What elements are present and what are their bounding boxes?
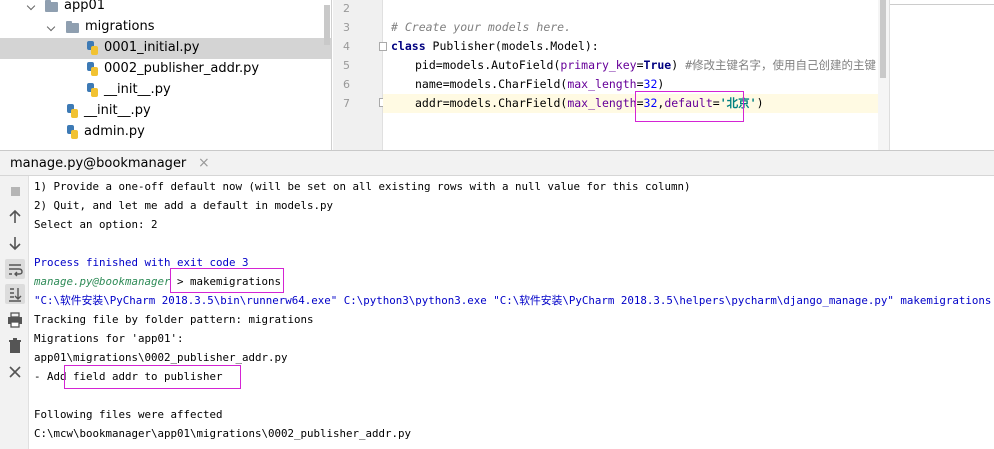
tree-item-app01[interactable]: app01: [0, 0, 331, 17]
tree-item-label: __init__.py: [104, 82, 171, 97]
editor-scrollbar[interactable]: [878, 0, 889, 150]
line-number: 3: [343, 21, 350, 34]
code-line-4: class Publisher(models.Model):: [391, 39, 599, 53]
tree-item-migrations-init[interactable]: __init__.py: [0, 80, 331, 101]
tree-item-admin[interactable]: admin.py: [0, 122, 331, 143]
tree-item-label: 0002_publisher_addr.py: [104, 61, 260, 76]
line-number: 4: [343, 40, 350, 53]
highlight-box-add-field: [64, 365, 241, 389]
chevron-down-icon[interactable]: [27, 2, 37, 12]
close-icon[interactable]: [5, 362, 25, 382]
console-line: Migrations for 'app01':: [34, 332, 184, 345]
python-file-icon: [67, 104, 79, 118]
tree-item-label: 0001_initial.py: [104, 40, 200, 55]
highlight-box-default: [635, 91, 744, 122]
tree-item-label: app01: [64, 0, 106, 13]
python-file-icon: [67, 125, 79, 139]
run-console[interactable]: 1) Provide a one-off default now (will b…: [30, 176, 994, 449]
line-number-gutter: 2 3 4 5 6 7: [333, 0, 383, 150]
close-tab-icon[interactable]: ×: [198, 155, 210, 171]
tree-item-migrations[interactable]: migrations: [0, 17, 331, 38]
right-panel: [889, 0, 994, 150]
line-number: 7: [343, 97, 350, 110]
console-line: Tracking file by folder pattern: migrati…: [34, 313, 314, 326]
line-number: 5: [343, 59, 350, 72]
tree-item-label: admin.py: [84, 124, 145, 139]
code-line-6: name=models.CharField(max_length=32): [415, 77, 665, 91]
chevron-down-icon[interactable]: [47, 23, 57, 33]
trash-icon[interactable]: [5, 336, 25, 356]
folder-icon: [66, 21, 79, 33]
console-line: C:\mcw\bookmanager\app01\migrations\0002…: [34, 427, 412, 440]
line-number: 2: [343, 2, 350, 15]
highlight-box-makemigrations: [170, 268, 284, 293]
tree-item-0002-publisher-addr[interactable]: 0002_publisher_addr.py: [0, 59, 331, 80]
tree-item-label: migrations: [85, 19, 155, 34]
tree-item-app-init[interactable]: __init__.py: [0, 101, 331, 122]
scrollbar-thumb[interactable]: [880, 0, 886, 78]
tree-scrollbar[interactable]: [323, 0, 331, 150]
code-line-3: # Create your models here.: [391, 20, 572, 34]
console-line: 2) Quit, and let me add a default in mod…: [34, 199, 334, 212]
down-arrow-icon[interactable]: [5, 233, 25, 253]
stop-icon[interactable]: [5, 181, 25, 201]
soft-wrap-icon[interactable]: [5, 259, 25, 279]
python-file-icon: [87, 62, 99, 76]
tree-item-label: __init__.py: [84, 103, 151, 118]
run-tab-title[interactable]: manage.py@bookmanager: [10, 156, 186, 171]
scrollbar-thumb[interactable]: [324, 5, 330, 45]
fold-icon[interactable]: [379, 42, 387, 51]
console-prompt: manage.py@bookmanager: [34, 275, 171, 288]
console-line-command: "C:\软件安装\PyCharm 2018.3.5\bin\runnerw64.…: [34, 294, 994, 307]
run-tool-window-header: manage.py@bookmanager ×: [0, 150, 994, 176]
python-file-icon: [87, 41, 99, 55]
console-line: 1) Provide a one-off default now (will b…: [34, 180, 691, 193]
code-editor[interactable]: 2 3 4 5 6 7 # Create your models here. c…: [333, 0, 889, 150]
python-file-icon: [87, 83, 99, 97]
console-line: Select an option: 2: [34, 218, 158, 231]
run-toolbar: [0, 176, 29, 449]
print-icon[interactable]: [5, 310, 25, 330]
code-line-5: pid=models.AutoField(primary_key=True) #…: [415, 58, 877, 72]
folder-icon: [45, 0, 58, 12]
tree-item-0001-initial[interactable]: 0001_initial.py: [0, 38, 331, 59]
up-arrow-icon[interactable]: [5, 207, 25, 227]
scroll-to-end-icon[interactable]: [5, 284, 25, 304]
console-line: Following files were affected: [34, 408, 223, 421]
project-tree: app01 migrations 0001_initial.py 0002_pu…: [0, 0, 332, 150]
line-number: 6: [343, 78, 350, 91]
